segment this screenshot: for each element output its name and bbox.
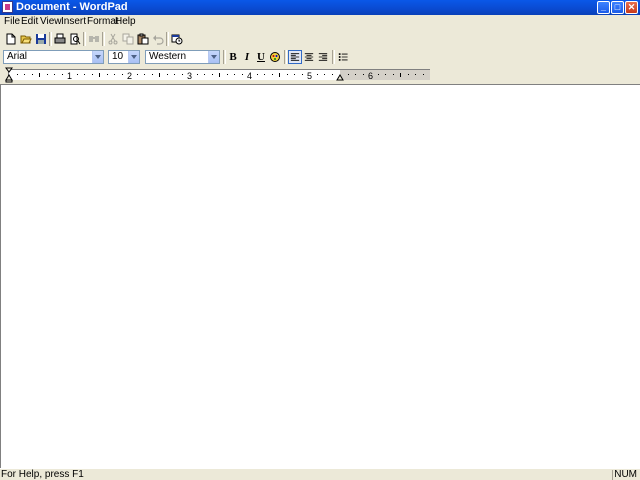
- window-title: Document - WordPad: [16, 1, 128, 13]
- copy-button[interactable]: [120, 31, 135, 46]
- bullet-list-icon: [338, 53, 348, 61]
- align-right-button[interactable]: [316, 50, 330, 64]
- cut-button[interactable]: [105, 31, 120, 46]
- open-icon: [20, 35, 32, 43]
- menu-format[interactable]: Format: [87, 16, 119, 28]
- find-button[interactable]: [86, 31, 101, 46]
- document-editor[interactable]: [0, 84, 640, 468]
- ruler-number: 4: [247, 71, 253, 81]
- align-right-icon: [318, 53, 328, 61]
- menu-bar: File Edit View Insert Format Help: [0, 15, 640, 29]
- chevron-down-icon[interactable]: [128, 51, 139, 63]
- print-preview-button[interactable]: [67, 31, 82, 46]
- status-divider: [612, 470, 613, 480]
- script-value: Western: [149, 51, 187, 62]
- menu-edit[interactable]: Edit: [21, 16, 38, 28]
- ruler[interactable]: 1 2 3 4 5 6: [0, 67, 640, 83]
- align-center-button[interactable]: [302, 50, 316, 64]
- standard-toolbar: [0, 30, 640, 47]
- date-time-icon: [171, 34, 182, 44]
- right-indent-marker-icon[interactable]: [336, 67, 346, 83]
- save-button[interactable]: [33, 31, 48, 46]
- ruler-margin-area[interactable]: 6: [340, 69, 430, 81]
- title-bar[interactable]: Document - WordPad _ □ ✕: [0, 0, 640, 15]
- align-left-icon: [290, 53, 300, 61]
- bold-button[interactable]: B: [226, 50, 240, 64]
- ruler-number: 6: [368, 71, 374, 81]
- copy-icon: [122, 33, 133, 44]
- menu-file[interactable]: File: [4, 16, 20, 28]
- ruler-number: 5: [307, 71, 313, 81]
- toolbar-separator: [332, 50, 335, 64]
- font-name-combo[interactable]: Arial: [3, 50, 104, 64]
- new-icon: [6, 33, 15, 44]
- ruler-number: 2: [127, 71, 133, 81]
- font-size-value: 10: [112, 51, 124, 62]
- italic-button[interactable]: I: [240, 50, 254, 64]
- chevron-down-icon[interactable]: [92, 51, 103, 63]
- ruler-number: 3: [187, 71, 193, 81]
- bullets-button[interactable]: [336, 50, 350, 64]
- align-center-icon: [304, 53, 314, 61]
- find-icon: [88, 35, 99, 42]
- underline-button[interactable]: U: [254, 50, 268, 64]
- print-icon: [54, 33, 65, 43]
- paste-button[interactable]: [135, 31, 150, 46]
- cut-icon: [108, 33, 117, 44]
- menu-insert[interactable]: Insert: [61, 16, 86, 28]
- ruler-margin-ticks: [348, 73, 424, 77]
- toolbar-separator: [284, 50, 287, 64]
- close-button[interactable]: ✕: [625, 1, 638, 14]
- font-size-combo[interactable]: 10: [108, 50, 140, 64]
- color-button[interactable]: [268, 50, 282, 64]
- ruler-number: 1: [67, 71, 73, 81]
- chevron-down-icon[interactable]: [208, 51, 219, 63]
- paste-icon: [137, 33, 148, 44]
- wordpad-app-icon[interactable]: [2, 1, 13, 13]
- undo-icon: [152, 34, 164, 45]
- open-button[interactable]: [18, 31, 33, 46]
- undo-button[interactable]: [150, 31, 165, 46]
- font-name-value: Arial: [7, 51, 28, 62]
- print-button[interactable]: [52, 31, 67, 46]
- date-time-button[interactable]: [169, 31, 184, 46]
- format-bar: Arial 10 Western B I U: [0, 48, 640, 66]
- print-preview-icon: [70, 33, 80, 44]
- save-icon: [35, 33, 46, 44]
- status-bar: For Help, press F1 NUM: [0, 468, 640, 480]
- indent-marker-icon[interactable]: [5, 67, 15, 83]
- color-palette-icon: [270, 52, 280, 62]
- align-left-button[interactable]: [288, 50, 302, 64]
- status-help-text: For Help, press F1: [1, 469, 84, 480]
- script-combo[interactable]: Western: [145, 50, 220, 64]
- menu-help[interactable]: Help: [115, 16, 136, 28]
- maximize-button[interactable]: □: [611, 1, 624, 14]
- status-num-lock: NUM: [614, 469, 637, 480]
- new-button[interactable]: [3, 31, 18, 46]
- menu-view[interactable]: View: [40, 16, 62, 28]
- minimize-button[interactable]: _: [597, 1, 610, 14]
